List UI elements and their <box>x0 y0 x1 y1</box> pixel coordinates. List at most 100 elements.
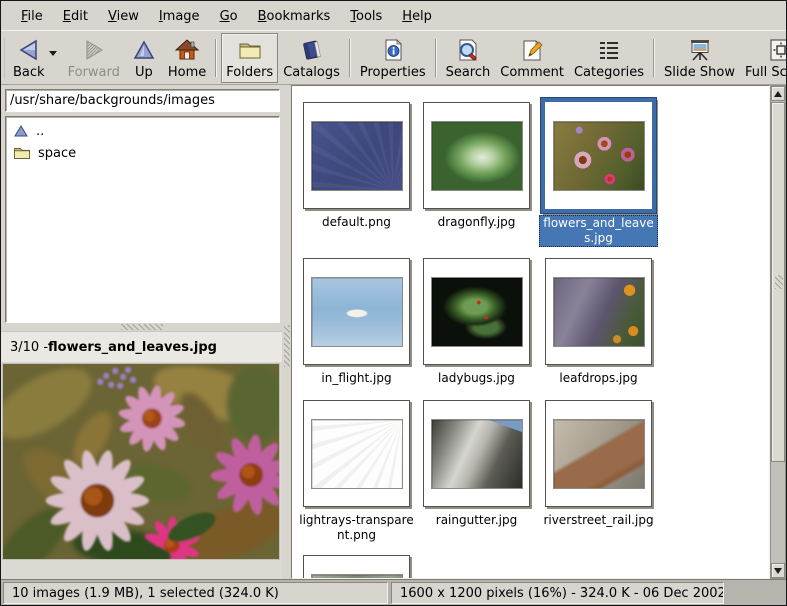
thumbnail-image <box>431 419 523 489</box>
scroll-up-button[interactable] <box>771 86 785 101</box>
menu-help[interactable]: Help <box>392 4 442 29</box>
image-filename-text: flowers_and_leaves.jpg <box>48 340 217 355</box>
thumbnail-label: leafdrops.jpg <box>539 371 658 386</box>
thumbnail-label: lightrays-transparent.png <box>297 513 416 543</box>
menu-go[interactable]: Go <box>210 4 248 29</box>
properties-button[interactable]: Properties <box>355 33 431 83</box>
folder-item-label: space <box>38 146 76 161</box>
toolbar-separator <box>215 39 217 77</box>
search-icon <box>454 37 482 63</box>
scroll-down-button[interactable] <box>771 563 785 578</box>
horizontal-splitter[interactable] <box>1 323 283 331</box>
catalogs-icon <box>298 37 326 63</box>
home-icon <box>173 37 201 63</box>
thumbnail-image <box>553 121 645 191</box>
categories-button[interactable]: Categories <box>569 33 649 83</box>
thumbnail-label: default.png <box>297 215 416 230</box>
location-path-input[interactable] <box>5 89 280 112</box>
folders-button[interactable]: Folders <box>221 33 278 83</box>
toolbar-button-label: Properties <box>360 65 426 80</box>
thumbnail-card <box>423 400 530 507</box>
thumbnail-card <box>303 400 410 507</box>
home-button[interactable]: Home <box>163 33 211 83</box>
forward-button[interactable]: Forward <box>63 33 125 83</box>
full-screen-button[interactable]: Full Screen <box>740 33 787 83</box>
thumbnail-card <box>423 258 530 365</box>
folder-icon <box>13 146 31 160</box>
toolbar-separator <box>435 39 437 77</box>
toolbar-drag-handle[interactable] <box>4 37 5 79</box>
toolbar-separator <box>653 39 655 77</box>
folder-item-space[interactable]: space <box>6 142 279 164</box>
thumbnail-card <box>545 258 652 365</box>
toolbar: Back ForwardUp Home Folders Catalogs Properti… <box>1 30 786 85</box>
toolbar-button-label: Categories <box>574 65 644 80</box>
comment-button[interactable]: Comment <box>495 33 569 83</box>
up-icon <box>130 37 158 63</box>
thumbnail-label: raingutter.jpg <box>417 513 536 528</box>
folder-item-label: .. <box>36 124 44 139</box>
toolbar-button-label: Home <box>168 65 206 80</box>
down-arrow-icon <box>774 568 782 574</box>
menu-view[interactable]: View <box>98 4 149 29</box>
toolbar-button-label: Back <box>13 65 45 80</box>
thumbnail-card <box>303 555 410 579</box>
toolbar-button-label: Folders <box>226 65 273 80</box>
vertical-splitter[interactable] <box>283 85 291 579</box>
browser-scrollbar[interactable] <box>770 85 786 579</box>
menu-bookmarks[interactable]: Bookmarks <box>248 4 341 29</box>
toolbar-button-label: Catalogs <box>283 65 340 80</box>
scrollbar-grip <box>775 275 783 289</box>
menu-edit[interactable]: Edit <box>53 4 98 29</box>
thumbnail-label: riverstreet_rail.jpg <box>539 513 658 528</box>
preview-image <box>2 363 280 560</box>
thumbnail-image <box>553 277 645 347</box>
slide-show-button[interactable]: Slide Show <box>659 33 740 83</box>
thumbnail-label: in_flight.jpg <box>297 371 416 386</box>
thumbnail-image <box>311 277 403 347</box>
thumbnail-browser: default.pngdragonfly.jpgflowers_and_leav… <box>291 85 770 579</box>
up-arrow-icon <box>774 91 782 97</box>
thumbnail-label: ladybugs.jpg <box>417 371 536 386</box>
catalogs-button[interactable]: Catalogs <box>278 33 345 83</box>
slideshow-icon <box>686 37 714 63</box>
thumbnail-card <box>423 102 530 209</box>
thumbnail-label: flowers_and_leaves.jpg <box>539 215 658 247</box>
toolbar-button-label: Slide Show <box>664 65 735 80</box>
back-button[interactable]: Back <box>8 33 63 83</box>
folders-icon <box>236 37 264 63</box>
thumbnail-label: dragonfly.jpg <box>417 215 536 230</box>
back-history-dropdown[interactable] <box>48 46 58 61</box>
status-image-details: 1600 x 1200 pixels (16%) - 324.0 K - 06 … <box>391 582 724 604</box>
statusbar: 10 images (1.9 MB), 1 selected (324.0 K)… <box>1 579 786 605</box>
thumbnail-image <box>553 419 645 489</box>
thumbnail-card <box>303 102 410 209</box>
back-icon <box>15 37 43 63</box>
folder-list: .. space <box>5 116 280 323</box>
comment-icon <box>518 37 546 63</box>
menu-image[interactable]: Image <box>149 4 210 29</box>
image-position-text: 3/10 - <box>10 340 48 355</box>
selected-thumbnail-frame <box>541 98 656 213</box>
thumbnail-image <box>311 121 403 191</box>
menu-file[interactable]: File <box>11 4 53 29</box>
gthumb-window: FileEditViewImageGoBookmarksToolsHelp Ba… <box>0 0 787 606</box>
toolbar-separator <box>349 39 351 77</box>
menu-tools[interactable]: Tools <box>340 4 392 29</box>
main-area: .. space 3/10 - flowers_and_leaves.jpg de… <box>1 85 786 579</box>
toolbar-button-label: Comment <box>500 65 564 80</box>
thumbnail-image <box>431 277 523 347</box>
properties-icon <box>379 37 407 63</box>
fullscreen-icon <box>767 37 787 63</box>
thumbnail-card <box>303 258 410 365</box>
folder-item-parent[interactable]: .. <box>6 120 279 142</box>
search-button[interactable]: Search <box>441 33 496 83</box>
categories-icon <box>595 37 623 63</box>
image-info-bar: 3/10 - flowers_and_leaves.jpg <box>1 331 282 362</box>
scrollbar-thumb[interactable] <box>771 102 785 462</box>
up-button[interactable]: Up <box>125 33 163 83</box>
thumbnail-card <box>545 400 652 507</box>
forward-icon <box>80 37 108 63</box>
up-dir-icon <box>13 124 29 138</box>
splitter-grip <box>284 325 290 367</box>
